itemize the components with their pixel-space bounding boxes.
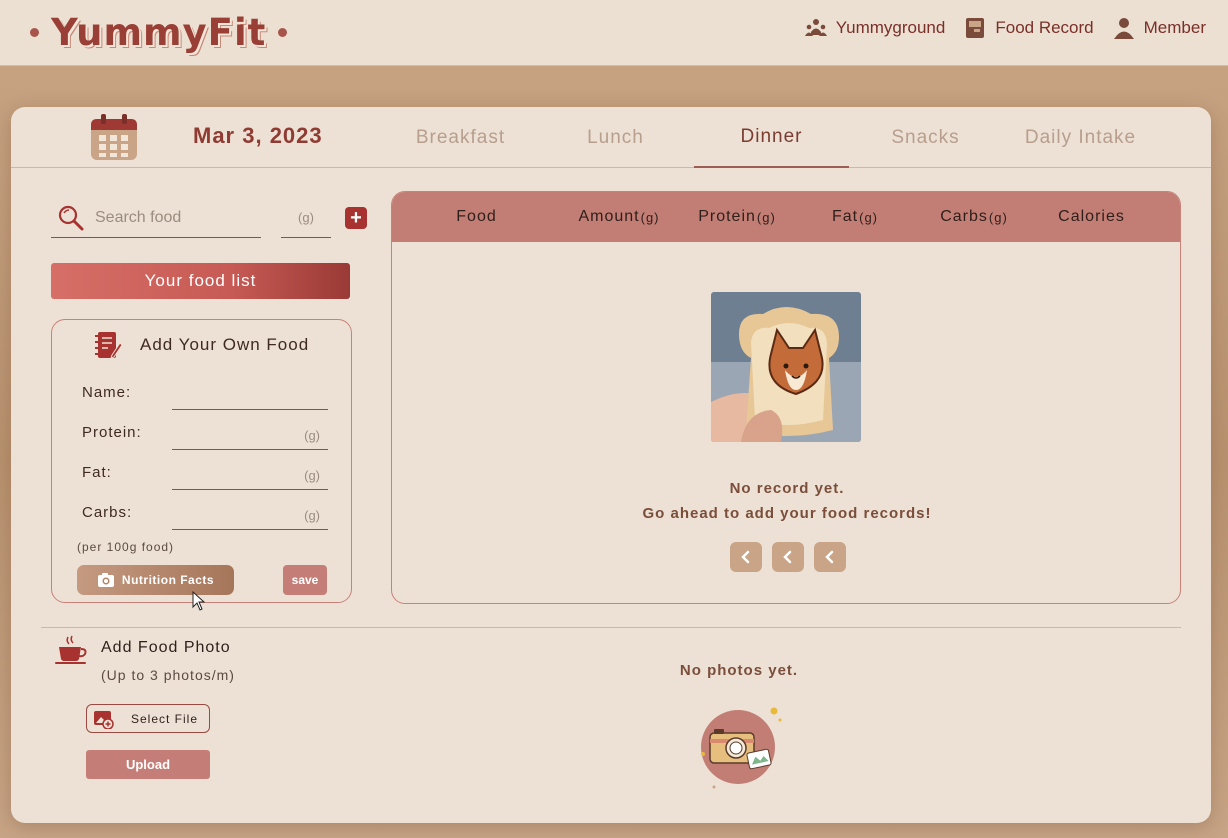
main-nav: Yummyground Food Record Member (804, 16, 1206, 40)
nutrition-facts-button[interactable]: Nutrition Facts (77, 565, 234, 595)
name-field[interactable] (172, 380, 328, 410)
col-unit: (g) (640, 209, 660, 225)
add-image-icon (94, 710, 114, 729)
upload-button[interactable]: Upload (86, 750, 210, 779)
search-box (51, 198, 261, 238)
select-file-label: Select File (131, 711, 199, 726)
nav-label: Member (1143, 18, 1206, 37)
pager (730, 542, 846, 572)
chevron-left-icon (825, 550, 834, 564)
logo-dot-left (30, 27, 39, 37)
empty-record-message: No record yet. Go ahead to add your food… (392, 476, 1180, 526)
coffee-cup-icon (55, 635, 87, 664)
col-label: Protein (698, 208, 756, 225)
section-divider (41, 627, 1181, 628)
logo-dot-right (278, 27, 288, 37)
col-label: Calories (1058, 208, 1125, 225)
name-label: Name: (82, 384, 132, 401)
photo-limit-note: (Up to 3 photos/m) (101, 667, 235, 683)
carbs-label: Carbs: (82, 504, 133, 521)
col-fat: Fat (g) (790, 192, 920, 242)
people-icon (804, 19, 827, 36)
nav-label: Yummyground (835, 18, 946, 37)
pager-button-1[interactable] (730, 542, 762, 572)
fat-label: Fat: (82, 464, 112, 481)
mouse-cursor-icon (192, 591, 206, 611)
add-own-food-title: Add Your Own Food (140, 335, 310, 354)
fat-field[interactable]: (g) (172, 460, 328, 490)
col-food: Food (412, 192, 542, 242)
nav-yummyground[interactable]: Yummyground (804, 16, 946, 40)
protein-field[interactable]: (g) (172, 420, 328, 450)
tab-lunch[interactable]: Lunch (538, 107, 693, 168)
camera-icon (97, 573, 114, 587)
col-unit: (g) (756, 209, 776, 225)
shiba-toast-illustration (711, 292, 861, 442)
tab-dinner[interactable]: Dinner (694, 107, 849, 168)
tab-breakfast[interactable]: Breakfast (383, 107, 538, 168)
logo[interactable]: YummyFit (30, 8, 288, 56)
user-icon (1113, 18, 1134, 39)
card-header: Mar 3, 2023 Breakfast Lunch Dinner Snack… (11, 107, 1211, 168)
no-photos-message: No photos yet. (679, 662, 799, 679)
nav-food-record[interactable]: Food Record (963, 16, 1094, 40)
protein-label: Protein: (82, 424, 142, 441)
tab-snacks[interactable]: Snacks (848, 107, 1003, 168)
col-label: Food (456, 208, 497, 225)
unit-label: (g) (304, 508, 320, 523)
record-book-icon (966, 18, 985, 38)
per-100g-note: (per 100g food) (77, 540, 175, 554)
calendar-icon[interactable] (89, 112, 139, 162)
notebook-pen-icon (95, 332, 123, 359)
save-button[interactable]: save (283, 565, 327, 595)
search-icon (58, 205, 84, 230)
top-bar: YummyFit Yummyground Food Record Member (0, 0, 1228, 66)
chevron-left-icon (783, 550, 792, 564)
diary-card: Mar 3, 2023 Breakfast Lunch Dinner Snack… (11, 107, 1211, 823)
tab-daily-intake[interactable]: Daily Intake (1003, 107, 1158, 168)
pager-button-3[interactable] (814, 542, 846, 572)
grams-input[interactable]: (g) (281, 198, 331, 238)
add-own-food-panel: Add Your Own Food Name: Protein: (g) Fat… (51, 319, 352, 611)
chevron-left-icon (741, 550, 750, 564)
pager-button-2[interactable] (772, 542, 804, 572)
selected-date[interactable]: Mar 3, 2023 (193, 123, 323, 149)
col-calories: Calories (1027, 192, 1157, 242)
logo-text: YummyFit (51, 10, 267, 54)
empty-line-2: Go ahead to add your food records! (642, 505, 932, 522)
camera-photos-illustration (701, 707, 782, 789)
add-food-button[interactable]: + (345, 207, 367, 229)
col-label: Carbs (940, 208, 988, 225)
col-protein: Protein (g) (672, 192, 802, 242)
food-list-button[interactable]: Your food list (51, 263, 350, 299)
table-header: Food Amount (g) Protein (g) Fat (g) Carbs (g… (392, 192, 1180, 242)
col-amount: Amount (g) (554, 192, 684, 242)
select-file-button[interactable]: Select File (86, 704, 210, 733)
empty-line-1: No record yet. (729, 480, 845, 497)
col-unit: (g) (988, 209, 1008, 225)
unit-label: (g) (304, 428, 320, 443)
col-label: Amount (578, 208, 640, 225)
search-input[interactable] (95, 208, 245, 227)
unit-label: (g) (304, 468, 320, 483)
carbs-field[interactable]: (g) (172, 500, 328, 530)
nav-member[interactable]: Member (1112, 16, 1206, 40)
col-label: Fat (831, 208, 859, 225)
food-record-table: Food Amount (g) Protein (g) Fat (g) Carbs (g… (391, 191, 1181, 604)
add-food-photo-title: Add Food Photo (101, 639, 231, 656)
nav-label: Food Record (995, 18, 1094, 37)
nutrition-facts-label: Nutrition Facts (121, 573, 215, 587)
col-unit: (g) (859, 209, 878, 225)
col-carbs: Carbs (g) (909, 192, 1039, 242)
